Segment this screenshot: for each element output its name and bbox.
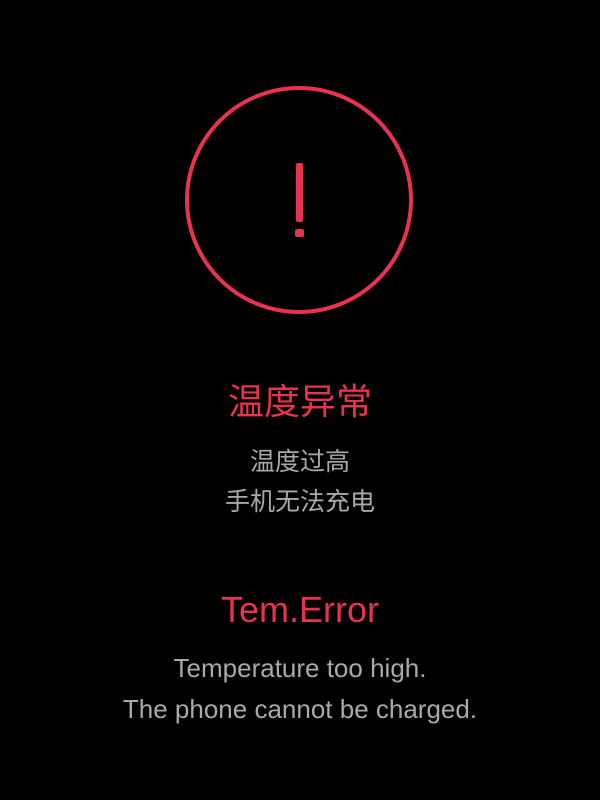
english-error-title: Tem.Error [220, 589, 379, 630]
chinese-error-title: 温度异常 [227, 382, 372, 423]
exclamation-mark-bar [296, 163, 303, 222]
temperature-error-screen: 温度异常 温度过高 手机无法充电 Tem.Error Temperature t… [0, 0, 600, 800]
english-message-line-1: Temperature too high. [173, 653, 427, 683]
english-message-line-2: The phone cannot be charged. [122, 694, 478, 724]
exclamation-mark-dot [295, 229, 304, 237]
chinese-message-line-2: 手机无法充电 [224, 487, 375, 516]
chinese-message-line-1: 温度过高 [249, 447, 350, 476]
